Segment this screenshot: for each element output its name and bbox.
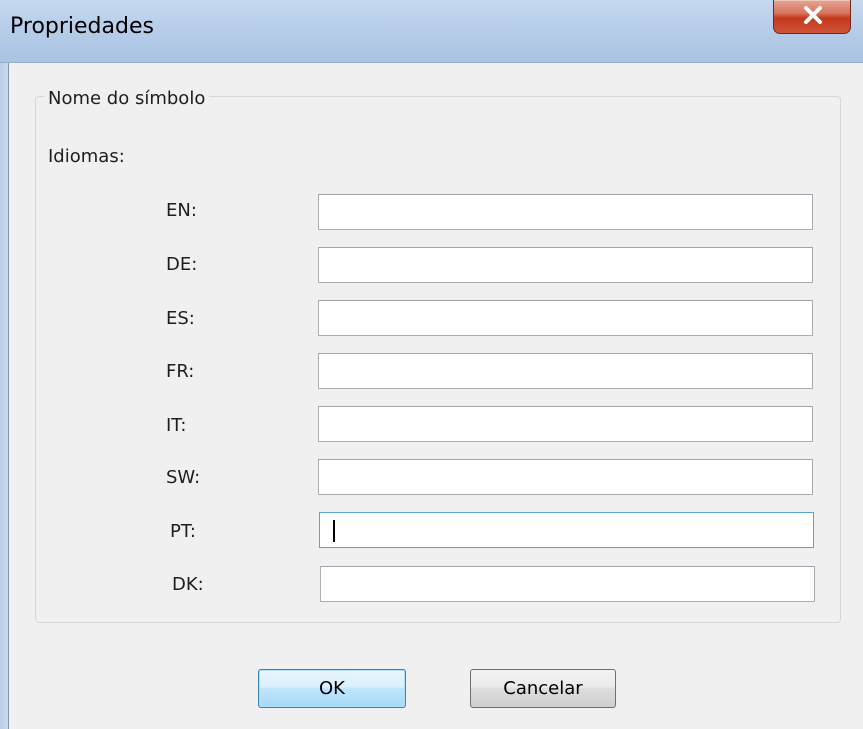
window-title: Propriedades (10, 14, 154, 39)
group-legend: Nome do símbolo (44, 88, 210, 109)
label-en: EN: (166, 200, 197, 221)
input-pt[interactable] (319, 512, 814, 548)
languages-label: Idiomas: (48, 146, 125, 167)
ok-button[interactable]: OK (258, 669, 406, 708)
input-en[interactable] (318, 194, 813, 230)
input-sw[interactable] (318, 459, 813, 495)
label-fr: FR: (166, 361, 195, 382)
label-it: IT: (166, 415, 187, 436)
label-es: ES: (166, 308, 195, 329)
cancel-button[interactable]: Cancelar (470, 669, 616, 708)
title-bar[interactable]: Propriedades (0, 0, 863, 63)
input-dk[interactable] (320, 566, 815, 602)
label-de: DE: (166, 254, 198, 275)
close-icon (804, 6, 822, 24)
label-pt: PT: (170, 521, 196, 542)
input-it[interactable] (318, 406, 813, 442)
close-button[interactable] (773, 0, 851, 34)
input-fr[interactable] (318, 353, 813, 389)
window-frame-left (0, 63, 9, 729)
label-sw: SW: (166, 467, 201, 488)
input-de[interactable] (318, 247, 813, 283)
text-caret (333, 520, 335, 542)
input-es[interactable] (318, 300, 813, 336)
label-dk: DK: (172, 574, 204, 595)
